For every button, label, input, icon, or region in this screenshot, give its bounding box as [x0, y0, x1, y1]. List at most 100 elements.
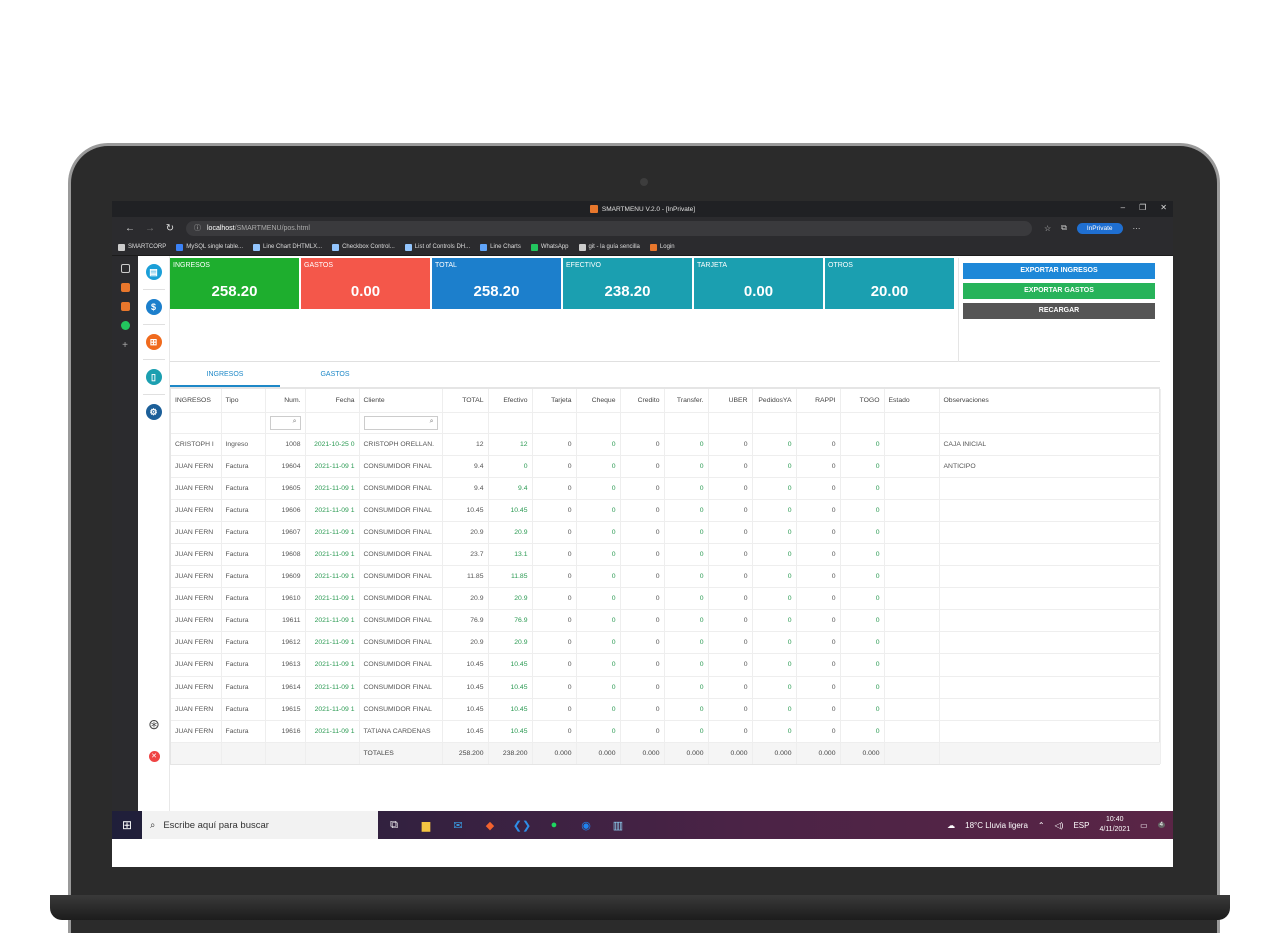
- table-row[interactable]: JUAN FERN Factura 19614 2021-11-09 1 CONSUMI…: [171, 675, 1161, 699]
- column-header[interactable]: Tipo: [221, 389, 266, 412]
- collections-icon[interactable]: ⧉: [1061, 223, 1067, 233]
- close-window-icon[interactable]: ✕: [1160, 203, 1167, 212]
- column-header[interactable]: Cliente: [359, 389, 443, 412]
- tab-income[interactable]: INGRESOS: [170, 362, 280, 387]
- bookmark-item[interactable]: Login: [649, 243, 675, 251]
- taskbar-search[interactable]: ⌕ Escribe aquí para buscar: [142, 811, 378, 839]
- table-cell: JUAN FERN: [171, 498, 222, 522]
- column-header[interactable]: Estado: [884, 389, 940, 412]
- bookmark-item[interactable]: List of Controls DH...: [404, 243, 470, 251]
- file-explorer-icon[interactable]: ▆: [410, 819, 442, 832]
- table-row[interactable]: JUAN FERN Factura 19605 2021-11-09 1 CONSUMI…: [171, 476, 1161, 500]
- table-row[interactable]: JUAN FERN Factura 19607 2021-11-09 1 CONSUMI…: [171, 520, 1161, 544]
- column-header[interactable]: PedidosYA: [752, 389, 797, 412]
- weather-text[interactable]: 18°C Lluvia ligera: [965, 821, 1028, 830]
- column-header[interactable]: UBER: [708, 389, 753, 412]
- client-filter-input[interactable]: ⌕: [363, 415, 438, 430]
- language-indicator[interactable]: ESP: [1073, 821, 1089, 830]
- num-filter-input[interactable]: ⌕: [269, 415, 301, 430]
- add-icon[interactable]: +: [122, 340, 128, 351]
- tab-expenses[interactable]: GASTOS: [280, 362, 390, 387]
- column-header[interactable]: INGRESOS: [171, 389, 222, 412]
- vscode-icon[interactable]: ❮❯: [506, 819, 538, 832]
- bookmark-item[interactable]: git - la guía sencilla: [578, 243, 640, 251]
- brave-icon[interactable]: ◆: [474, 819, 506, 832]
- table-row[interactable]: JUAN FERN Factura 19615 2021-11-09 1 CONSUMI…: [171, 697, 1161, 721]
- column-header[interactable]: TOTAL: [442, 389, 489, 412]
- table-row[interactable]: JUAN FERN Factura 19609 2021-11-09 1 CONSUMI…: [171, 565, 1161, 588]
- settings-icon[interactable]: ⚙: [145, 404, 162, 420]
- column-header[interactable]: Observaciones: [939, 389, 1161, 412]
- forward-icon[interactable]: →: [140, 223, 160, 234]
- firefox-icon[interactable]: ◉: [570, 819, 602, 832]
- table-row[interactable]: JUAN FERN Factura 19608 2021-11-09 1 CONSUMI…: [171, 542, 1161, 566]
- column-header[interactable]: Efectivo: [488, 389, 533, 412]
- weather-cloud-icon: ☁: [947, 820, 956, 830]
- favorites-star-icon[interactable]: ☆: [1044, 224, 1051, 233]
- notes-icon[interactable]: ▥: [602, 819, 634, 832]
- table-cell: 0: [796, 653, 841, 677]
- table-row[interactable]: JUAN FERN Factura 19611 2021-11-09 1 CONSUMI…: [171, 609, 1161, 632]
- bookmark-item[interactable]: Checkbox Control...: [332, 243, 395, 251]
- mail-icon[interactable]: ✉: [442, 819, 474, 832]
- table-cell: 11.85: [442, 565, 489, 588]
- refresh-icon[interactable]: ↻: [160, 223, 180, 234]
- whatsapp-icon[interactable]: [120, 321, 130, 330]
- cashier-icon[interactable]: ▤: [145, 264, 162, 280]
- table-row[interactable]: JUAN FERN Factura 19606 2021-11-09 1 CONSUMI…: [171, 498, 1161, 522]
- spotify-icon[interactable]: ●: [538, 819, 570, 831]
- smartmenu-tab-icon[interactable]: [120, 283, 130, 292]
- column-header[interactable]: Credito: [620, 389, 665, 412]
- login-tab-icon[interactable]: [120, 302, 130, 311]
- inprivate-badge[interactable]: InPrivate: [1076, 222, 1123, 234]
- summary-card-efectivo: EFECTIVO 238.20: [563, 258, 692, 309]
- tray-chevron-icon[interactable]: ⌃: [1038, 821, 1045, 830]
- logout-icon[interactable]: ✕: [148, 751, 160, 762]
- task-view-icon[interactable]: ⧉: [378, 819, 410, 832]
- reload-button[interactable]: RECARGAR: [963, 303, 1155, 319]
- bookmark-item[interactable]: MySQL single table...: [176, 243, 243, 251]
- money-icon[interactable]: $: [145, 299, 162, 315]
- column-header[interactable]: Transfer.: [664, 389, 709, 412]
- totals-cell: TOTALES: [359, 741, 443, 765]
- restore-icon[interactable]: ❐: [1139, 203, 1146, 212]
- table-row[interactable]: JUAN FERN Factura 19616 2021-11-09 1 TATIANA…: [171, 719, 1161, 743]
- notification-icon[interactable]: ▭: [1140, 821, 1148, 830]
- column-header[interactable]: Num.: [265, 389, 306, 412]
- volume-icon[interactable]: ◁): [1055, 821, 1064, 830]
- table-cell: 0: [796, 565, 841, 588]
- column-header[interactable]: Fecha: [305, 389, 360, 412]
- column-header[interactable]: Cheque: [576, 389, 621, 412]
- windows-start-icon[interactable]: ⊞: [112, 818, 142, 832]
- minimize-icon[interactable]: –: [1121, 203, 1125, 212]
- table-cell: [884, 587, 940, 610]
- bookmark-item[interactable]: Line Charts: [480, 243, 521, 251]
- more-icon[interactable]: ⋯: [1133, 224, 1141, 233]
- bookmark-item[interactable]: Line Chart DHTMLX...: [253, 243, 322, 251]
- table-cell: JUAN FERN: [171, 542, 222, 566]
- column-header[interactable]: RAPPI: [796, 389, 841, 412]
- table-row[interactable]: CRISTOPH I Ingreso 1008 2021-10-25 0 CRISTOP…: [171, 432, 1161, 456]
- card-value: 0.00: [743, 283, 774, 300]
- bookmark-item[interactable]: SMARTCORP: [118, 243, 166, 251]
- cart-icon[interactable]: ⊞: [145, 334, 162, 350]
- table-cell: 0: [576, 631, 621, 654]
- table-cell: 0: [840, 719, 885, 743]
- mobile-icon[interactable]: ▯: [145, 369, 162, 385]
- clock[interactable]: 10:40 4/11/2021: [1099, 815, 1130, 835]
- export-income-button[interactable]: EXPORTAR INGRESOS: [963, 263, 1155, 279]
- card-value: 238.20: [604, 283, 651, 300]
- column-header[interactable]: TOGO: [840, 389, 885, 412]
- grid-menu-icon[interactable]: ⊛: [148, 716, 160, 733]
- table-row[interactable]: JUAN FERN Factura 19610 2021-11-09 1 CONSUMI…: [171, 587, 1161, 610]
- table-cell: 23.7: [442, 542, 489, 566]
- column-header[interactable]: Tarjeta: [532, 389, 577, 412]
- url-input[interactable]: ⓘ localhost/SMARTMENU/pos.html: [186, 220, 1032, 236]
- table-row[interactable]: JUAN FERN Factura 19612 2021-11-09 1 CONSUMI…: [171, 631, 1161, 654]
- table-row[interactable]: JUAN FERN Factura 19604 2021-11-09 1 CONSUMI…: [171, 454, 1161, 478]
- export-expenses-button[interactable]: EXPORTAR GASTOS: [963, 283, 1155, 299]
- table-row[interactable]: JUAN FERN Factura 19613 2021-11-09 1 CONSUMI…: [171, 653, 1161, 677]
- tab-actions-icon[interactable]: [120, 264, 130, 273]
- bookmark-item[interactable]: WhatsApp: [530, 243, 569, 251]
- back-icon[interactable]: ←: [120, 223, 140, 234]
